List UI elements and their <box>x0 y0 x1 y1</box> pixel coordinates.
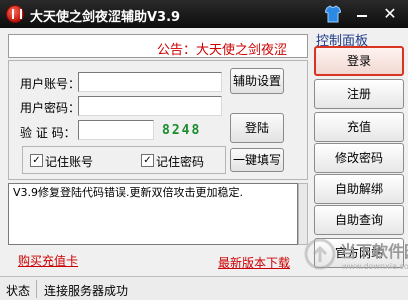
notice-marquee: 公告：大天使之剑夜涩 <box>8 34 308 58</box>
panel-self-query-button[interactable]: 自助查询 <box>314 205 404 235</box>
app-logo-icon <box>6 5 24 23</box>
minimize-icon[interactable] <box>354 7 370 21</box>
skin-shirt-icon[interactable] <box>325 5 341 23</box>
password-input[interactable] <box>78 96 222 116</box>
login-submit-button[interactable]: 登陆 <box>230 113 284 143</box>
watermark-url: www.downxia.com <box>342 262 408 271</box>
watermark-text: 当下软件园 <box>340 242 408 261</box>
quick-fill-button[interactable]: 一键填写 <box>230 148 284 172</box>
status-bar: 状态 连接服务器成功 <box>0 276 408 300</box>
account-label: 用户账号： <box>20 77 81 91</box>
remember-password-checkbox[interactable]: ✓ <box>141 154 154 167</box>
account-input[interactable] <box>78 72 222 92</box>
remember-account-label[interactable]: 记住账号 <box>45 153 93 170</box>
title-bar[interactable]: 大天使之剑夜涩辅助V3.9 ✕ <box>0 0 408 28</box>
password-label: 用户密码： <box>20 101 81 115</box>
captcha-label: 验 证 码： <box>20 126 76 140</box>
panel-login-button[interactable]: 登录 <box>314 46 404 76</box>
remember-account-checkbox[interactable]: ✓ <box>30 154 43 167</box>
status-text: 连接服务器成功 <box>44 284 129 298</box>
update-log-text: V3.9修复登陆代码错误.更新双倍攻击更加稳定. <box>13 186 244 199</box>
assist-settings-button[interactable]: 辅助设置 <box>230 68 284 94</box>
status-label: 状态 <box>6 284 31 298</box>
panel-recharge-button[interactable]: 充值 <box>314 112 404 142</box>
panel-change-password-button[interactable]: 修改密码 <box>314 143 404 173</box>
status-divider <box>36 280 37 298</box>
panel-register-button[interactable]: 注册 <box>314 79 404 109</box>
captcha-input[interactable] <box>78 120 154 140</box>
update-log-textarea[interactable]: V3.9修复登陆代码错误.更新双倍攻击更加稳定. <box>8 183 298 245</box>
notice-text: 公告：大天使之剑夜涩 <box>157 43 288 58</box>
app-window: 大天使之剑夜涩辅助V3.9 ✕ 公告：大天使之剑夜涩 用户账号： 用户密码： 验… <box>0 0 408 300</box>
remember-password-label[interactable]: 记住密码 <box>156 153 204 170</box>
close-icon[interactable]: ✕ <box>381 5 399 23</box>
panel-self-unbind-button[interactable]: 自助解绑 <box>314 174 404 204</box>
buy-card-link[interactable]: 购买充值卡 <box>18 252 78 269</box>
window-title: 大天使之剑夜涩辅助V3.9 <box>30 10 181 25</box>
download-latest-link[interactable]: 最新版本下载 <box>218 254 290 271</box>
captcha-code[interactable]: 8248 <box>162 123 201 138</box>
